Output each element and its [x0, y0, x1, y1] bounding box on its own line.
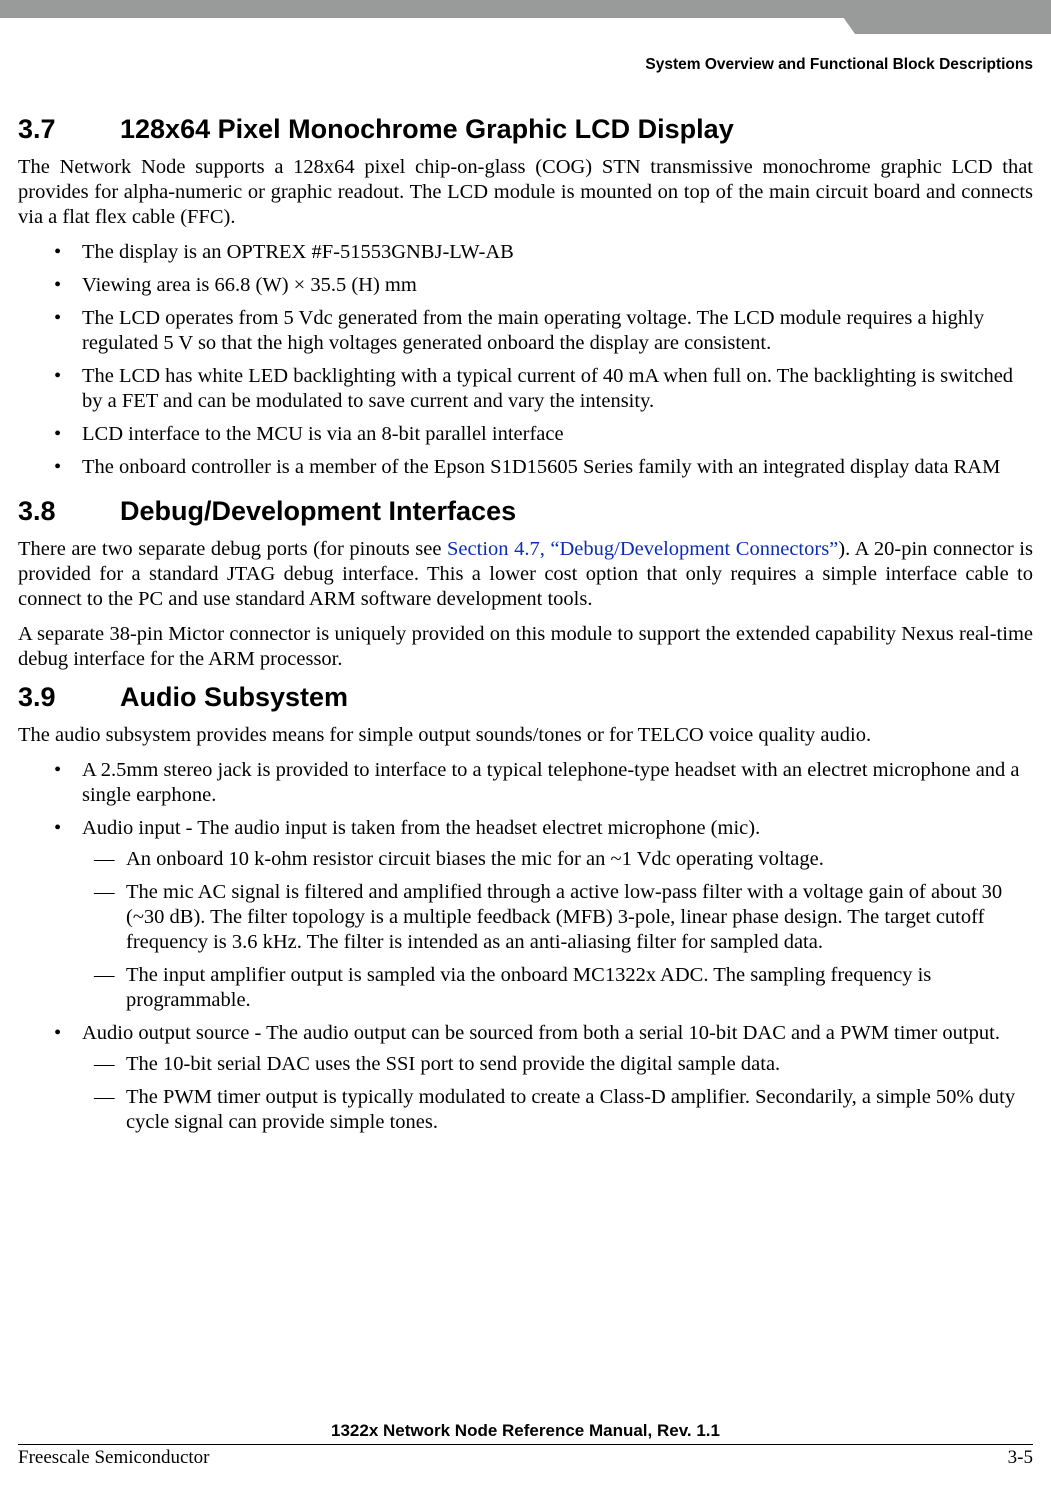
footer-vendor: Freescale Semiconductor — [18, 1447, 210, 1469]
sub-list-item: The mic AC signal is filtered and amplif… — [18, 880, 1033, 955]
list-item: The display is an OPTREX #F-51553GNBJ-LW… — [18, 240, 1033, 265]
cross-reference-link[interactable]: Section 4.7, “Debug/Development Connecto… — [447, 538, 838, 560]
section-heading-3-7: 3.7 128x64 Pixel Monochrome Graphic LCD … — [18, 114, 1033, 145]
section-number: 3.9 — [18, 682, 76, 713]
list-item: The LCD operates from 5 Vdc generated fr… — [18, 306, 1033, 356]
list-item: LCD interface to the MCU is via an 8-bit… — [18, 422, 1033, 447]
footer-row: Freescale Semiconductor 3-5 — [18, 1447, 1033, 1469]
page: System Overview and Functional Block Des… — [0, 0, 1051, 1493]
content-area: 3.7 128x64 Pixel Monochrome Graphic LCD … — [0, 18, 1051, 1135]
paragraph: There are two separate debug ports (for … — [18, 537, 1033, 612]
section-title: Audio Subsystem — [120, 682, 348, 713]
sub-list-item: The 10-bit serial DAC uses the SSI port … — [18, 1052, 1033, 1077]
paragraph: A separate 38-pin Mictor connector is un… — [18, 622, 1033, 672]
text-run: There are two separate debug ports (for … — [18, 538, 447, 560]
bullet-list: The display is an OPTREX #F-51553GNBJ-LW… — [18, 240, 1033, 480]
footer-title: 1322x Network Node Reference Manual, Rev… — [18, 1421, 1033, 1441]
paragraph: The audio subsystem provides means for s… — [18, 723, 1033, 748]
tab-corner — [831, 0, 1051, 34]
list-item: A 2.5mm stereo jack is provided to inter… — [18, 758, 1033, 808]
section-heading-3-9: 3.9 Audio Subsystem — [18, 682, 1033, 713]
page-number: 3-5 — [1008, 1447, 1033, 1469]
list-item-text: Audio input - The audio input is taken f… — [82, 817, 760, 839]
list-item: Audio input - The audio input is taken f… — [18, 816, 1033, 1013]
paragraph: The Network Node supports a 128x64 pixel… — [18, 155, 1033, 230]
section-title: 128x64 Pixel Monochrome Graphic LCD Disp… — [120, 114, 734, 145]
section-title: Debug/Development Interfaces — [120, 496, 516, 527]
page-footer: 1322x Network Node Reference Manual, Rev… — [18, 1444, 1033, 1469]
list-item: Audio output source - The audio output c… — [18, 1021, 1033, 1135]
running-header: System Overview and Functional Block Des… — [645, 56, 1033, 74]
sub-list-item: The PWM timer output is typically modula… — [18, 1085, 1033, 1135]
section-number: 3.8 — [18, 496, 76, 527]
list-item-text: Audio output source - The audio output c… — [82, 1022, 1000, 1044]
list-item: Viewing area is 66.8 (W) × 35.5 (H) mm — [18, 273, 1033, 298]
list-item: The LCD has white LED backlighting with … — [18, 364, 1033, 414]
sub-list: An onboard 10 k-ohm resistor circuit bia… — [18, 847, 1033, 1013]
bullet-list: A 2.5mm stereo jack is provided to inter… — [18, 758, 1033, 1135]
sub-list-item: The input amplifier output is sampled vi… — [18, 963, 1033, 1013]
list-item: The onboard controller is a member of th… — [18, 455, 1033, 480]
section-number: 3.7 — [18, 114, 76, 145]
section-heading-3-8: 3.8 Debug/Development Interfaces — [18, 496, 1033, 527]
sub-list: The 10-bit serial DAC uses the SSI port … — [18, 1052, 1033, 1135]
sub-list-item: An onboard 10 k-ohm resistor circuit bia… — [18, 847, 1033, 872]
